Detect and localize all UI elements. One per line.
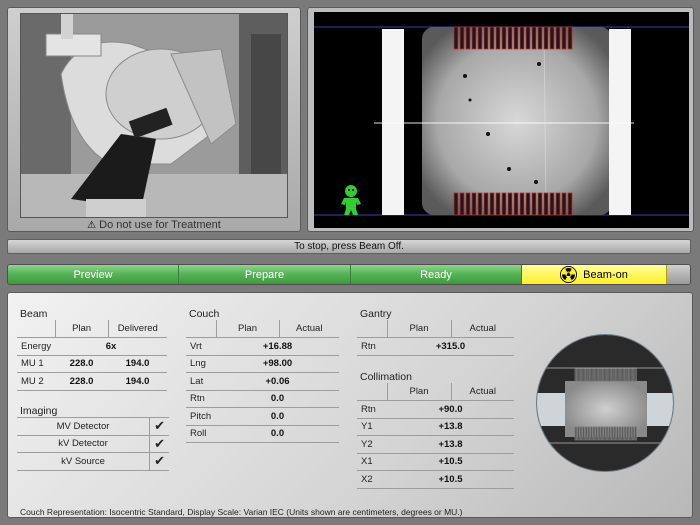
beam-energy-label: Energy	[17, 337, 56, 356]
imaging-kv-detector-label: kV Detector	[17, 435, 150, 453]
couch-lat-label: Lat	[186, 372, 216, 391]
beam-mu2-plan: 228.0	[55, 372, 109, 391]
couch-roll-value: 0.0	[216, 425, 339, 443]
couch-rtn-label: Rtn	[186, 390, 216, 408]
couch-pitch-value: 0.0	[216, 407, 339, 426]
collimation-x1-value: +10.5	[387, 453, 514, 471]
imaging-kv-detector-check[interactable]: ✔	[149, 435, 169, 453]
couch-vrt-value: +16.88	[216, 337, 339, 356]
couch-representation-note: Couch Representation: Isocentric Standar…	[20, 507, 463, 517]
workflow-step-prepare[interactable]: Prepare	[179, 265, 351, 284]
room-camera-feed	[20, 13, 288, 218]
portal-image-view	[314, 12, 689, 228]
couch-col-actual: Actual	[278, 320, 339, 338]
beam-col-plan: Plan	[54, 320, 109, 338]
beam-mu1-plan: 228.0	[55, 355, 109, 373]
workflow-step-label: Ready	[420, 268, 452, 281]
beam-status-message: To stop, press Beam Off.	[7, 239, 691, 254]
workflow-step-label: Beam-on	[583, 268, 628, 281]
treatment-workflow-bar: Preview Prepare Ready Beam-on	[7, 264, 691, 285]
gantry-section-title: Gantry	[360, 308, 392, 320]
gantry-table: Plan Actual Rtn +315.0	[357, 320, 514, 356]
imaging-mv-detector-check[interactable]: ✔	[149, 417, 169, 436]
collimation-table-corner	[357, 383, 387, 401]
workflow-step-label: Prepare	[244, 268, 285, 281]
patient-orientation-figure-icon	[341, 185, 361, 215]
collimation-x2-value: +10.5	[387, 470, 514, 489]
gantry-rtn-label: Rtn	[357, 337, 387, 356]
collimation-x2-label: X2	[357, 470, 387, 489]
beam-mu1-delivered: 194.0	[108, 355, 167, 373]
workflow-step-beam-on[interactable]: Beam-on	[522, 265, 667, 284]
couch-table: Plan Actual Vrt +16.88 Lng +98.00 Lat +0.06…	[186, 320, 339, 443]
beam-col-delivered: Delivered	[107, 320, 167, 338]
workflow-bar-end	[667, 265, 690, 284]
couch-table-corner	[186, 320, 216, 338]
collimation-section-title: Collimation	[360, 371, 412, 383]
collimation-col-actual: Actual	[450, 383, 514, 401]
gantry-table-corner	[357, 320, 387, 338]
collimation-y2-label: Y2	[357, 435, 387, 454]
beam-mu2-label: MU 2	[17, 372, 56, 391]
workflow-step-preview[interactable]: Preview	[8, 265, 179, 284]
imaging-section-title: Imaging	[20, 405, 58, 417]
collimation-table: Plan Actual Rtn +90.0 Y1 +13.8 Y2 +13.8 X1 +…	[357, 383, 514, 489]
couch-lat-value: +0.06	[216, 372, 339, 391]
collimation-y1-value: +13.8	[387, 418, 514, 436]
imaging-mv-detector-label: MV Detector	[17, 417, 150, 436]
beam-table-corner	[17, 320, 56, 338]
collimation-rtn-value: +90.0	[387, 400, 514, 419]
beams-eye-view	[536, 334, 674, 472]
collimation-y2-value: +13.8	[387, 435, 514, 454]
beam-energy-value: 6x	[55, 337, 167, 356]
beam-mu1-label: MU 1	[17, 355, 56, 373]
beam-table: Plan Delivered Energy 6x MU 1 228.0 194.…	[17, 320, 167, 391]
gantry-col-plan: Plan	[386, 320, 451, 338]
couch-col-plan: Plan	[215, 320, 279, 338]
gantry-col-actual: Actual	[450, 320, 514, 338]
couch-lng-label: Lng	[186, 355, 216, 373]
collimation-col-plan: Plan	[386, 383, 451, 401]
couch-roll-label: Roll	[186, 425, 216, 443]
workflow-step-label: Preview	[73, 268, 113, 281]
radiation-icon	[560, 266, 578, 283]
beam-section-title: Beam	[20, 308, 48, 320]
couch-lng-value: +98.00	[216, 355, 339, 373]
treatment-parameters-panel: Beam Plan Delivered Energy 6x MU 1 228.0…	[7, 292, 693, 518]
collimation-rtn-label: Rtn	[357, 400, 387, 419]
workflow-step-ready[interactable]: Ready	[351, 265, 522, 284]
gantry-rtn-value: +315.0	[387, 337, 514, 356]
couch-vrt-label: Vrt	[186, 337, 216, 356]
portal-image-panel	[307, 7, 694, 232]
room-camera-panel: ⚠ Do not use for Treatment	[7, 7, 301, 232]
collimation-y1-label: Y1	[357, 418, 387, 436]
couch-section-title: Couch	[189, 308, 220, 320]
warning-triangle-icon: ⚠	[87, 220, 97, 231]
collimation-x1-label: X1	[357, 453, 387, 471]
imaging-table: MV Detector ✔ kV Detector ✔ kV Source ✔	[17, 417, 169, 471]
imaging-kv-source-check[interactable]: ✔	[149, 452, 169, 471]
beam-mu2-delivered: 194.0	[108, 372, 167, 391]
couch-rtn-value: 0.0	[216, 390, 339, 408]
couch-pitch-label: Pitch	[186, 407, 216, 426]
camera-warning-text: Do not use for Treatment	[99, 219, 221, 231]
imaging-kv-source-label: kV Source	[17, 452, 150, 471]
camera-warning: ⚠ Do not use for Treatment	[8, 219, 300, 231]
